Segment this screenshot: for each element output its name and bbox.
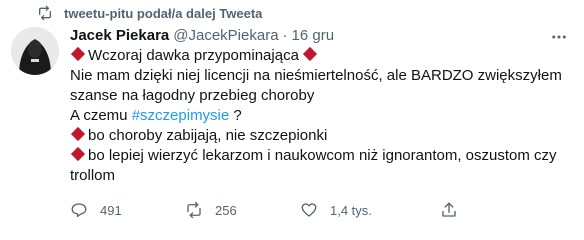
tweet-text: ?: [233, 107, 242, 124]
red-diamond-icon: [70, 46, 86, 62]
share-button[interactable]: [440, 201, 470, 219]
reply-icon: [71, 203, 87, 218]
tweet-text: bo lepiej wierzyć lekarzom i naukowcom n…: [88, 147, 557, 164]
tweet-text: bo choroby zabijają, nie szczepionki: [88, 127, 328, 144]
reply-button[interactable]: 491: [70, 201, 185, 219]
tweet-text: A czemu: [70, 107, 128, 124]
avatar-image: [11, 27, 59, 75]
tweet-line: trollom: [70, 167, 116, 184]
tweet-body: Wczoraj dawka przypominająca Nie mam dzi…: [70, 46, 570, 186]
hashtag-link[interactable]: #szczepimysie: [132, 107, 230, 124]
tweet-line: Wczoraj dawka przypominająca: [70, 46, 570, 66]
share-icon: [442, 202, 456, 217]
tweet-line: szanse na łagodny przebieg choroby: [70, 87, 315, 104]
retweet-icon: [39, 5, 51, 21]
avatar[interactable]: [11, 27, 59, 75]
reply-count: 491: [100, 202, 122, 218]
retweet-button[interactable]: 256: [185, 201, 300, 219]
tweet-line: bo choroby zabijają, nie szczepionki: [70, 126, 570, 146]
more-icon[interactable]: [550, 28, 568, 46]
author-name[interactable]: Jacek Piekara: [70, 27, 169, 44]
retweet-count: 256: [215, 202, 237, 218]
tweet-content: Jacek Piekara @JacekPiekara · 16 gru Wcz…: [70, 24, 570, 186]
separator-dot: ·: [282, 26, 288, 44]
tweet-actions: 491 256 1,4 tys.: [70, 198, 500, 222]
retweet-context[interactable]: tweetu-pitu podał/a dalej Tweeta: [37, 4, 262, 22]
red-diamond-icon: [70, 146, 86, 162]
retweet-icon: [187, 201, 201, 219]
author-handle[interactable]: @JacekPiekara: [173, 27, 278, 44]
tweet-line: Nie mam dzięki niej licencji na nieśmier…: [70, 67, 562, 84]
like-icon: [301, 203, 317, 217]
tweet-text: Wczoraj dawka przypominająca: [88, 47, 299, 64]
red-diamond-icon: [70, 126, 86, 142]
like-button[interactable]: 1,4 tys.: [300, 201, 440, 219]
timestamp[interactable]: 16 gru: [292, 27, 335, 44]
red-diamond-icon: [302, 46, 317, 62]
like-count: 1,4 tys.: [330, 202, 372, 218]
retweet-text: tweetu-pitu podał/a dalej Tweeta: [64, 5, 263, 21]
tweet-line: bo lepiej wierzyć lekarzom i naukowcom n…: [70, 146, 570, 166]
tweet-header: Jacek Piekara @JacekPiekara · 16 gru: [70, 24, 570, 46]
tweet-line: A czemu #szczepimysie ?: [70, 106, 570, 126]
